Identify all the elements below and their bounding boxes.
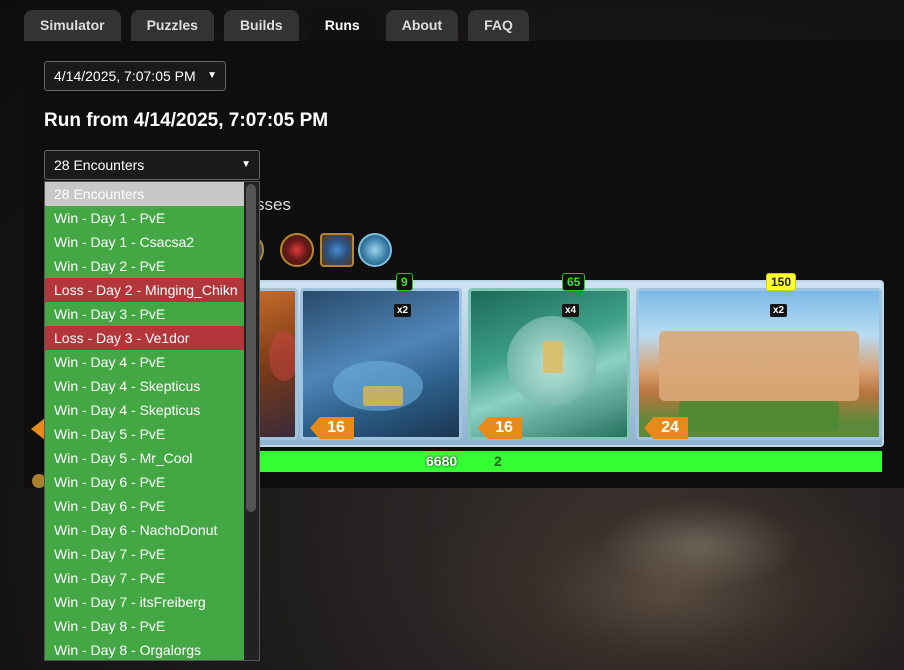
tab-bar: Simulator Puzzles Builds Runs About FAQ [24, 10, 529, 41]
dropdown-scrollbar-thumb[interactable] [246, 184, 256, 512]
item-art [679, 401, 839, 431]
item-value-badge: 9 [396, 273, 413, 291]
run-date-value: 4/14/2025, 7:07:05 PM [54, 68, 196, 84]
dropdown-option[interactable]: Win - Day 1 - PvE [45, 206, 245, 230]
dropdown-option[interactable]: Win - Day 2 - PvE [45, 254, 245, 278]
item-art [543, 341, 563, 373]
item-multiplier: x2 [394, 304, 412, 317]
tab-runs[interactable]: Runs [308, 10, 376, 41]
item-multiplier: x2 [770, 304, 788, 317]
record-summary: sses [256, 195, 291, 214]
dropdown-option[interactable]: Loss - Day 3 - Ve1dor [45, 326, 245, 350]
dropdown-option[interactable]: Win - Day 6 - NachoDonut [45, 518, 245, 542]
dropdown-option[interactable]: Win - Day 4 - PvE [45, 350, 245, 374]
dropdown-scrollbar[interactable] [244, 182, 259, 660]
chevron-down-icon: ▼ [207, 70, 217, 81]
tab-about[interactable]: About [385, 10, 459, 41]
tab-builds[interactable]: Builds [223, 10, 299, 41]
dropdown-option[interactable]: Win - Day 6 - PvE [45, 470, 245, 494]
tab-puzzles[interactable]: Puzzles [130, 10, 214, 41]
background-art-highlight [600, 500, 800, 590]
run-date-select[interactable]: 4/14/2025, 7:07:05 PM ▼ [44, 61, 226, 91]
item-art [269, 331, 295, 381]
relic-icon[interactable] [320, 233, 354, 267]
item-board: 9 x2 16 65 x4 16 150 x2 24 [256, 273, 884, 447]
tab-faq[interactable]: FAQ [468, 10, 529, 41]
encounter-select[interactable]: 28 Encounters ▼ [44, 150, 260, 180]
item-card[interactable] [256, 288, 298, 440]
tab-simulator[interactable]: Simulator [24, 10, 121, 41]
health-bar: 6680 2 [256, 451, 882, 472]
dropdown-option[interactable]: Win - Day 4 - Skepticus [45, 374, 245, 398]
dropdown-option[interactable]: Win - Day 5 - PvE [45, 422, 245, 446]
relic-icon[interactable] [358, 233, 392, 267]
relic-icon[interactable] [280, 233, 314, 267]
item-value-badge: 150 [766, 273, 797, 291]
item-value-badge: 65 [562, 273, 586, 291]
dropdown-option[interactable]: Win - Day 8 - PvE [45, 614, 245, 638]
item-multiplier: x4 [562, 304, 580, 317]
health-value: 6680 [426, 453, 458, 469]
item-art [659, 331, 859, 401]
dropdown-option[interactable]: Win - Day 7 - PvE [45, 566, 245, 590]
chevron-down-icon: ▼ [241, 159, 251, 170]
dropdown-option[interactable]: 28 Encounters [45, 182, 245, 206]
dropdown-option[interactable]: Win - Day 8 - Orgalorgs [45, 638, 245, 660]
cooldown-arrow-icon [31, 418, 45, 440]
item-art [363, 386, 403, 406]
dropdown-option[interactable]: Loss - Day 2 - Minging_Chikn [45, 278, 245, 302]
dropdown-option[interactable]: Win - Day 5 - Mr_Cool [45, 446, 245, 470]
dropdown-option[interactable]: Win - Day 3 - PvE [45, 302, 245, 326]
encounter-select-value: 28 Encounters [54, 157, 145, 173]
dropdown-option[interactable]: Win - Day 7 - PvE [45, 542, 245, 566]
dropdown-option[interactable]: Win - Day 4 - Skepticus [45, 398, 245, 422]
dropdown-option[interactable]: Win - Day 6 - PvE [45, 494, 245, 518]
encounter-dropdown-list[interactable]: 28 Encounters Win - Day 1 - PvE Win - Da… [44, 181, 260, 661]
page-title: Run from 4/14/2025, 7:07:05 PM [44, 110, 329, 131]
dropdown-option[interactable]: Win - Day 1 - Csacsa2 [45, 230, 245, 254]
dropdown-option[interactable]: Win - Day 7 - itsFreiberg [45, 590, 245, 614]
shield-value: 2 [494, 453, 502, 469]
